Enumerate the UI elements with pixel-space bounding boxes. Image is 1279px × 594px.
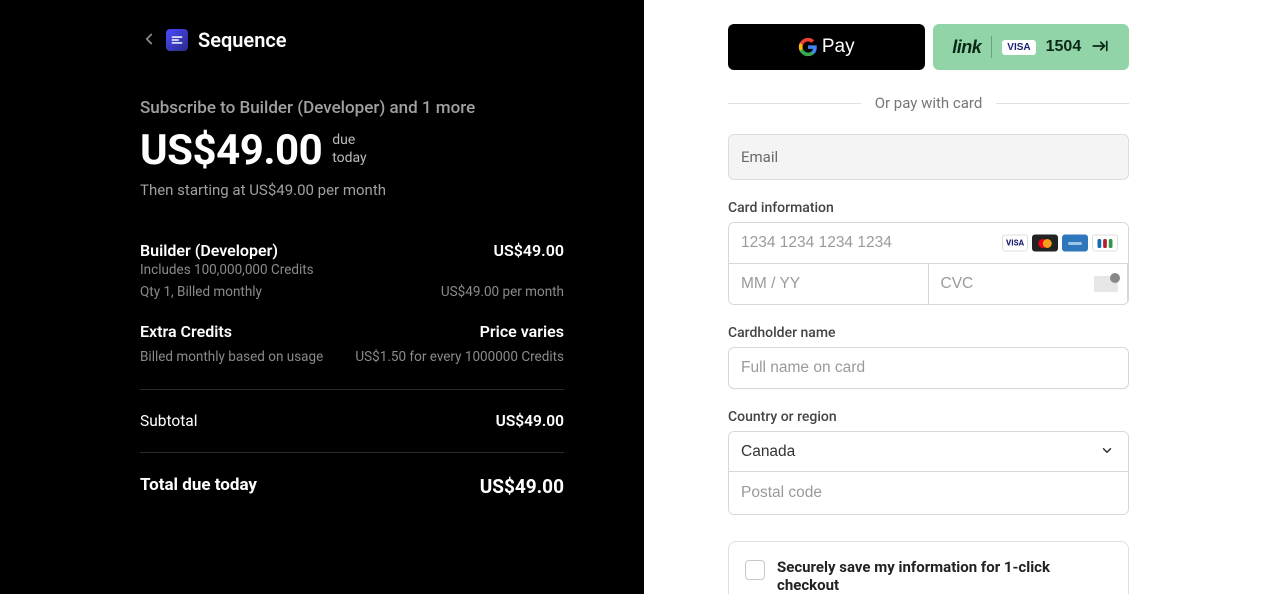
country-select[interactable]: Canada xyxy=(729,432,1128,471)
subtotal-row: Subtotal US$49.00 xyxy=(140,390,564,452)
card-expiry-input[interactable] xyxy=(729,264,929,304)
google-icon xyxy=(798,37,818,57)
line-item-credits: Includes 100,000,000 Credits xyxy=(140,262,564,278)
google-pay-button[interactable]: Pay xyxy=(728,24,925,70)
subtotal-label: Subtotal xyxy=(140,412,197,430)
due-today-label: due today xyxy=(332,126,366,167)
line-item-billing-note: Billed monthly based on usage xyxy=(140,349,323,365)
line-item-rate: US$1.50 for every 1000000 Credits xyxy=(355,349,564,365)
line-item-extra-credits: Extra Credits Price varies Billed monthl… xyxy=(140,322,564,365)
line-item-builder: Builder (Developer) US$49.00 Includes 10… xyxy=(140,241,564,300)
line-item-name: Extra Credits xyxy=(140,322,232,341)
mastercard-icon xyxy=(1032,235,1058,252)
email-field-wrapper[interactable]: Email xyxy=(728,134,1129,180)
amex-icon xyxy=(1062,235,1088,252)
separator xyxy=(991,36,992,58)
link-card-last4: 1504 xyxy=(1046,38,1082,56)
save-info-checkbox[interactable] xyxy=(745,560,765,580)
back-arrow-icon[interactable] xyxy=(140,30,158,52)
cardholder-name-label: Cardholder name xyxy=(728,325,1129,341)
merchant-logo-icon xyxy=(166,29,188,51)
link-logo: link xyxy=(952,37,981,58)
save-info-title: Securely save my information for 1-click… xyxy=(777,558,1112,594)
merchant-brand: Sequence xyxy=(166,28,564,52)
card-brand-icons: VISA xyxy=(1002,235,1118,252)
gpay-label: Pay xyxy=(822,36,855,58)
line-item-name: Builder (Developer) xyxy=(140,241,278,260)
payment-form-panel: Pay link VISA 1504 Or pay with card Emai… xyxy=(644,0,1279,594)
price-amount: US$49.00 xyxy=(140,126,322,175)
line-item-recurring: US$49.00 per month xyxy=(441,284,564,300)
arrow-pass-icon xyxy=(1091,37,1109,58)
email-label: Email xyxy=(741,148,778,166)
country-label: Country or region xyxy=(728,409,1129,425)
cvc-card-icon xyxy=(1094,276,1118,292)
merchant-name: Sequence xyxy=(198,28,287,52)
visa-badge: VISA xyxy=(1002,40,1035,55)
save-info-box: Securely save my information for 1-click… xyxy=(728,541,1129,594)
order-summary-panel: Sequence Subscribe to Builder (Developer… xyxy=(0,0,644,594)
line-item-price: US$49.00 xyxy=(493,241,564,260)
total-row: Total due today US$49.00 xyxy=(140,453,564,498)
total-label: Total due today xyxy=(140,475,257,498)
card-info-label: Card information xyxy=(728,200,1129,216)
subtotal-amount: US$49.00 xyxy=(496,412,564,430)
line-item-price: Price varies xyxy=(480,322,564,341)
subscription-title: Subscribe to Builder (Developer) and 1 m… xyxy=(140,98,564,118)
cardholder-name-input[interactable] xyxy=(728,347,1129,389)
recurring-note: Then starting at US$49.00 per month xyxy=(140,181,564,199)
postal-code-input[interactable] xyxy=(729,471,1128,514)
or-pay-with-card: Or pay with card xyxy=(728,94,1129,112)
jcb-icon xyxy=(1092,235,1118,252)
line-item-qty: Qty 1, Billed monthly xyxy=(140,284,262,300)
total-amount: US$49.00 xyxy=(480,475,564,498)
visa-icon: VISA xyxy=(1002,235,1028,252)
card-input-group: VISA xyxy=(728,222,1129,305)
link-pay-button[interactable]: link VISA 1504 xyxy=(933,24,1130,70)
